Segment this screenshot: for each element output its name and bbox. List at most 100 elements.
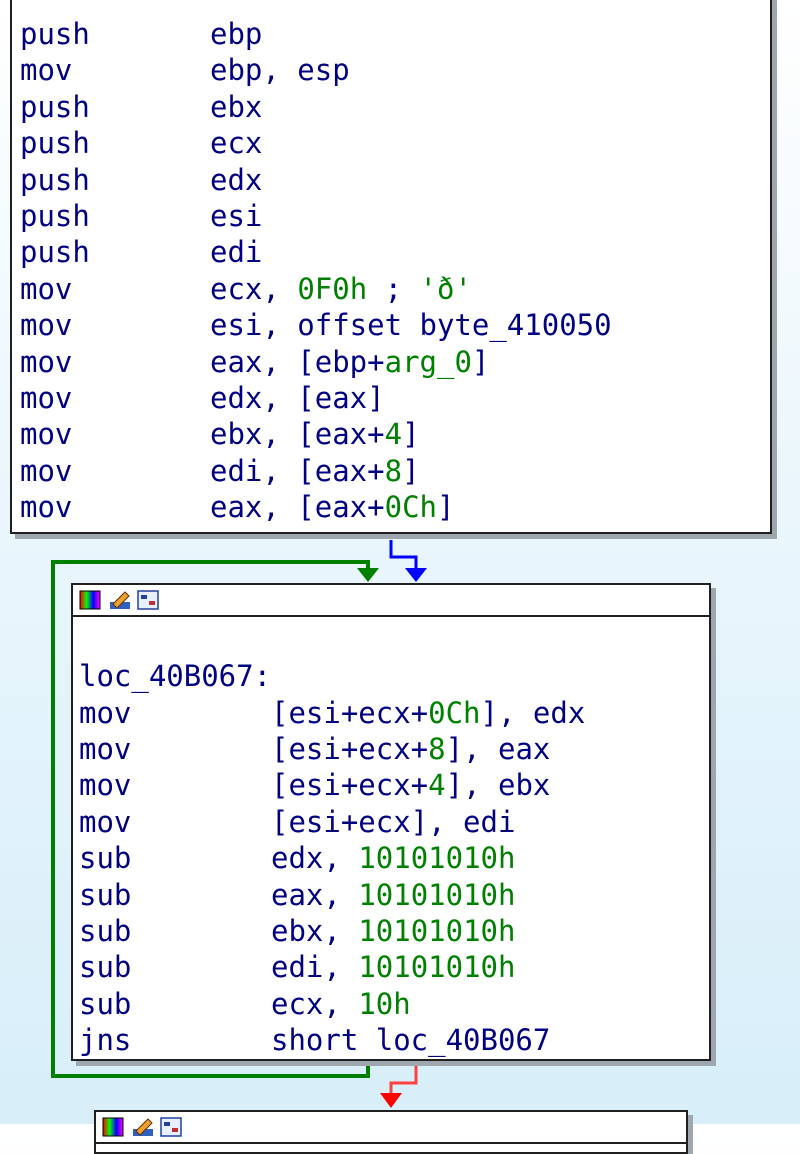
- instruction-operands: ecx, 10h: [271, 986, 411, 1022]
- operand-num: 4: [428, 768, 446, 803]
- instruction-mnemonic: mov: [79, 804, 132, 839]
- instruction-operands: esi: [210, 198, 262, 234]
- block-header: [96, 1112, 686, 1144]
- code-line[interactable]: jns short loc_40B067: [73, 1022, 709, 1058]
- instruction-mnemonic: sub: [79, 841, 132, 876]
- operand-reg: edx, [eax]: [210, 381, 385, 415]
- instruction-mnemonic: mov: [79, 731, 132, 766]
- instruction-operands: ebx, 10101010h: [271, 913, 515, 949]
- code-line[interactable]: mov ebx, [eax+4]: [12, 416, 770, 452]
- edit-pencil-icon[interactable]: [109, 590, 131, 610]
- instruction-mnemonic: mov: [79, 695, 132, 730]
- code-line[interactable]: sub edi, 10101010h: [73, 949, 709, 985]
- loc-label[interactable]: loc_40B067:: [73, 658, 709, 694]
- instruction-operands: edi: [210, 234, 262, 270]
- code-line[interactable]: sub edx, 10101010h: [73, 840, 709, 876]
- operand-reg: ebx,: [271, 913, 359, 948]
- instruction-mnemonic: sub: [79, 986, 132, 1021]
- operand-cmt: ;: [367, 271, 420, 306]
- code-line[interactable]: mov edx, [eax]: [12, 380, 770, 416]
- block-header: [73, 585, 709, 617]
- code-line[interactable]: mov ebp, esp: [12, 52, 770, 88]
- color-palette-icon[interactable]: [102, 1117, 124, 1137]
- instruction-operands: ebp, esp: [210, 52, 350, 88]
- operand-reg: ]: [437, 490, 455, 525]
- instruction-operands: eax, [ebp+arg_0]: [210, 344, 489, 380]
- operand-reg: ebp, esp: [210, 53, 350, 88]
- instruction-mnemonic: mov: [20, 344, 73, 379]
- code-line[interactable]: mov edi, [eax+8]: [12, 453, 770, 489]
- instruction-operands: eax, [eax+0Ch]: [210, 489, 454, 525]
- code-line[interactable]: mov [esi+ecx+8], eax: [73, 731, 709, 767]
- code-line[interactable]: push ebx: [12, 89, 770, 125]
- operand-reg: ], edx: [480, 695, 586, 730]
- code-block-next[interactable]: [94, 1110, 688, 1154]
- instruction-operands: ebx, [eax+4]: [210, 416, 420, 452]
- instruction-operands: [esi+ecx], edi: [271, 804, 515, 840]
- operand-reg: ]: [471, 344, 490, 379]
- code-line[interactable]: mov eax, [ebp+arg_0]: [12, 344, 770, 380]
- color-palette-icon[interactable]: [79, 590, 101, 610]
- edge-false-branch-arrow: [380, 1093, 402, 1108]
- instruction-operands: eax, 10101010h: [271, 877, 515, 913]
- operand-reg: ecx,: [210, 271, 298, 306]
- code-line[interactable]: sub ebx, 10101010h: [73, 913, 709, 949]
- instruction-operands: [esi+ecx+0Ch], edx: [271, 695, 585, 731]
- instruction-operands: esi, offset byte_410050: [210, 307, 612, 343]
- operand-reg: ], ebx: [445, 768, 551, 803]
- code-line[interactable]: push edx: [12, 162, 770, 198]
- instruction-mnemonic: push: [20, 235, 90, 270]
- code-line[interactable]: mov [esi+ecx], edi: [73, 804, 709, 840]
- instruction-mnemonic: sub: [79, 950, 132, 985]
- edit-pencil-icon[interactable]: [132, 1117, 154, 1137]
- code-line[interactable]: mov ecx, 0F0h ; 'ð': [12, 271, 770, 307]
- instruction-operands: ecx: [210, 125, 262, 161]
- instruction-operands: ecx, 0F0h ; 'ð': [210, 271, 472, 307]
- operand-arg: arg_0: [384, 344, 472, 379]
- graph-view-icon[interactable]: [137, 590, 159, 610]
- operand-reg: ebp: [210, 17, 263, 51]
- operand-num: 8: [384, 453, 403, 488]
- instruction-mnemonic: push: [20, 162, 90, 197]
- code-line[interactable]: mov [esi+ecx+0Ch], edx: [73, 695, 709, 731]
- graph-view-icon[interactable]: [160, 1117, 182, 1137]
- operand-num: 8: [428, 731, 446, 766]
- instruction-operands: edx, 10101010h: [271, 840, 515, 876]
- edge-unconditional-arrow: [405, 568, 427, 582]
- operand-reg: edi: [210, 235, 263, 270]
- operand-reg: ]: [402, 417, 420, 452]
- instruction-mnemonic: mov: [20, 453, 73, 488]
- code-line[interactable]: sub eax, 10101010h: [73, 877, 709, 913]
- code-line[interactable]: mov eax, [eax+0Ch]: [12, 489, 770, 525]
- instruction-operands: edx: [210, 162, 262, 198]
- operand-num: 0F0h: [297, 271, 368, 306]
- code-line[interactable]: push esi: [12, 198, 770, 234]
- operand-reg: esi, offset byte_410050: [210, 308, 612, 343]
- instruction-mnemonic: sub: [79, 877, 132, 912]
- instruction-mnemonic: mov: [20, 490, 73, 525]
- code-line[interactable]: push ecx: [12, 125, 770, 161]
- operand-reg: ]: [402, 453, 420, 488]
- code-line[interactable]: push ebp: [12, 16, 770, 52]
- operand-reg: [esi+ecx+: [271, 731, 429, 766]
- code-line[interactable]: push edi: [12, 234, 770, 270]
- operand-reg: [esi+ecx+: [271, 768, 429, 803]
- instruction-operands: edi, 10101010h: [271, 949, 515, 985]
- operand-reg: ebx, [eax+: [210, 417, 385, 452]
- edge-false-branch[interactable]: [389, 1062, 418, 1095]
- code-block-loop[interactable]: loc_40B067: mov [esi+ecx+0Ch], edx mov [esi+…: [71, 583, 711, 1061]
- instruction-operands: edx, [eax]: [210, 380, 385, 416]
- loc-label-text: loc_40B067:: [79, 659, 272, 693]
- instruction-operands: short loc_40B067: [271, 1022, 550, 1058]
- instruction-mnemonic: sub: [79, 913, 132, 948]
- code-line[interactable]: sub ecx, 10h: [73, 986, 709, 1022]
- code-block-entry[interactable]: push ebp mov ebp, esp push ebx push ecx push edx p…: [10, 0, 772, 534]
- edge-unconditional[interactable]: [389, 540, 418, 572]
- code-line[interactable]: mov esi, offset byte_410050: [12, 307, 770, 343]
- operand-num: 10101010h: [358, 950, 516, 985]
- operand-reg: eax, [ebp+: [210, 344, 385, 379]
- instruction-operands: edi, [eax+8]: [210, 453, 420, 489]
- code-line[interactable]: mov [esi+ecx+4], ebx: [73, 767, 709, 803]
- operand-reg: ecx: [210, 126, 263, 161]
- operand-reg: [esi+ecx], edi: [271, 804, 516, 839]
